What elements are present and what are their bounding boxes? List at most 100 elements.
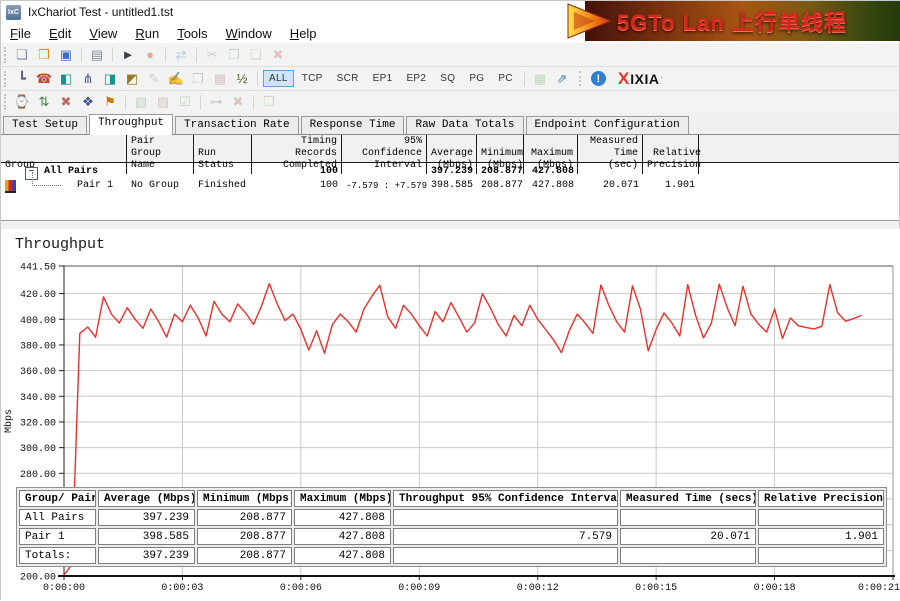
run-status: Finished	[194, 179, 252, 193]
add-hardware-pair-icon[interactable]: ◩	[122, 70, 142, 88]
toolbar-run-control: ⌚⇅✖❖⚑▧▨☑⊶✖❒	[1, 91, 899, 113]
finish-flag-icon[interactable]: ⚑	[100, 93, 120, 111]
tab-response-time[interactable]: Response Time	[301, 116, 405, 134]
summary-col-average-mbps-: Average (Mbps)	[98, 490, 195, 507]
summary-col-measured-time-secs-: Measured Time (secs)	[620, 490, 756, 507]
summary-row: Totals:397.239208.877427.808	[19, 547, 884, 564]
save-test-icon[interactable]: ▣	[56, 46, 76, 64]
ixia-logo: X IXIA ˙	[618, 69, 664, 89]
add-pair-icon[interactable]: ┗	[12, 70, 32, 88]
menu-run[interactable]: Run	[126, 25, 168, 42]
paste-icon: ❑	[246, 46, 266, 64]
tab-throughput[interactable]: Throughput	[89, 114, 173, 135]
delete-icon: ✖	[268, 46, 288, 64]
promo-banner-text: 5GTo Lan 上行单线程	[617, 5, 847, 37]
y-tick-label: 340.00	[20, 393, 56, 404]
swap-endpoints-icon: ⇄	[171, 46, 191, 64]
summary-value: 20.071	[620, 528, 756, 545]
measured-time-value: 20.071	[578, 179, 643, 193]
summary-value: 427.808	[294, 547, 391, 564]
y-tick-label: 420.00	[20, 290, 56, 301]
renumber-pairs-icon[interactable]: ½	[232, 70, 252, 88]
tab-endpoint-configuration[interactable]: Endpoint Configuration	[526, 116, 689, 134]
add-video-pair-icon[interactable]: ◧	[56, 70, 76, 88]
stop-test-icon: ●	[140, 46, 160, 64]
filter-tcp[interactable]: TCP	[296, 70, 329, 87]
window-title: IxChariot Test - untitled1.tst	[28, 5, 173, 19]
print-icon[interactable]: ▤	[87, 46, 107, 64]
filter-ep2[interactable]: EP2	[400, 70, 432, 87]
menu-window[interactable]: Window	[217, 25, 281, 42]
replicate-pair-icon: ❒	[188, 70, 208, 88]
filter-pg[interactable]: PG	[463, 70, 490, 87]
filter-all[interactable]: ALL	[263, 70, 294, 87]
app-icon: IxC	[6, 5, 21, 20]
summary-value	[393, 509, 618, 526]
filter-pc[interactable]: PC	[492, 70, 519, 87]
new-test-icon[interactable]: ❏	[12, 46, 32, 64]
add-voip-pair-icon[interactable]: ☎	[34, 70, 54, 88]
add-multicast-group-icon[interactable]: ⋔	[78, 70, 98, 88]
x-tick-label: 0:00:15	[635, 583, 677, 594]
summary-value: 208.877	[197, 528, 292, 545]
run-test-icon[interactable]: ►	[118, 46, 138, 64]
minimum-value: 208.877	[477, 165, 524, 180]
filter-ep1[interactable]: EP1	[367, 70, 399, 87]
maximum-value: 427.808	[524, 165, 578, 180]
schedule-icon[interactable]: ⌚	[12, 93, 32, 111]
summary-col-relative-precision: Relative Precision	[758, 490, 884, 507]
maximum-value: 427.808	[524, 179, 578, 193]
summary-value	[620, 547, 756, 564]
summary-value	[758, 547, 884, 564]
y-tick-label: 441.50	[20, 263, 56, 274]
summary-value: 1.901	[758, 528, 884, 545]
disconnect-endpoints-icon[interactable]: ✖	[56, 93, 76, 111]
tab-test-setup[interactable]: Test Setup	[3, 116, 87, 134]
ixia-logo-text: IXIA	[630, 71, 659, 87]
toolbar-separator	[257, 71, 258, 86]
summary-value	[393, 547, 618, 564]
pair-group-name: No Group	[127, 179, 194, 193]
x-tick-label: 0:00:12	[517, 583, 559, 594]
pair-1-row[interactable]: Pair 1 No Group Finished 100 -7.579 : +7…	[1, 179, 899, 193]
network-topology-icon[interactable]: ❖	[78, 93, 98, 111]
y-tick-label: 300.00	[20, 444, 56, 455]
ixchariot-window: { "window": {"title": "IxChariot Test - …	[0, 0, 900, 600]
toolbar-separator	[125, 95, 126, 110]
menu-edit[interactable]: Edit	[40, 25, 80, 42]
swap-pair-endpoints-icon: ▦	[210, 70, 230, 88]
menu-file[interactable]: File	[1, 25, 40, 42]
connect-endpoints-icon[interactable]: ⇅	[34, 93, 54, 111]
average-value: 398.585	[427, 179, 477, 193]
summary-group-label: All Pairs	[19, 509, 96, 526]
all-pairs-row[interactable]: −All Pairs 100 397.239 208.877 427.808	[1, 165, 899, 179]
tab-raw-data-totals[interactable]: Raw Data Totals	[406, 116, 523, 134]
summary-value: 397.239	[98, 509, 195, 526]
add-video-mc-pair-icon[interactable]: ◨	[100, 70, 120, 88]
poll-endpoints-icon: ▧	[131, 93, 151, 111]
cut-icon: ✂	[202, 46, 222, 64]
export-results-icon[interactable]: ⇗	[552, 70, 572, 88]
timing-records-value: 100	[252, 179, 342, 193]
summary-row: Pair 1398.585208.877427.8087.57920.0711.…	[19, 528, 884, 545]
pair-properties-icon: ❒	[259, 93, 279, 111]
summary-col-throughput-95-confidence-interval: Throughput 95% Confidence Interval	[393, 490, 618, 507]
menu-help[interactable]: Help	[281, 25, 326, 42]
ixia-logo-mark: X	[618, 69, 629, 89]
relative-precision-value: 1.901	[643, 179, 699, 193]
menu-view[interactable]: View	[80, 25, 126, 42]
add-ixload-pair-icon[interactable]: ✍	[166, 70, 186, 88]
summary-value	[620, 509, 756, 526]
x-tick-label: 0:00:09	[398, 583, 440, 594]
filter-scr[interactable]: SCR	[331, 70, 365, 87]
x-tick-label: 0:00:06	[280, 583, 322, 594]
pair-chart-icon	[5, 180, 16, 193]
y-tick-label: 320.00	[20, 418, 56, 429]
info-icon[interactable]: !	[591, 71, 606, 86]
toolbar-grip	[4, 47, 6, 63]
filter-sq[interactable]: SQ	[434, 70, 461, 87]
menu-tools[interactable]: Tools	[168, 25, 216, 42]
tab-transaction-rate[interactable]: Transaction Rate	[175, 116, 299, 134]
summary-value: 398.585	[98, 528, 195, 545]
open-test-icon[interactable]: ❒	[34, 46, 54, 64]
